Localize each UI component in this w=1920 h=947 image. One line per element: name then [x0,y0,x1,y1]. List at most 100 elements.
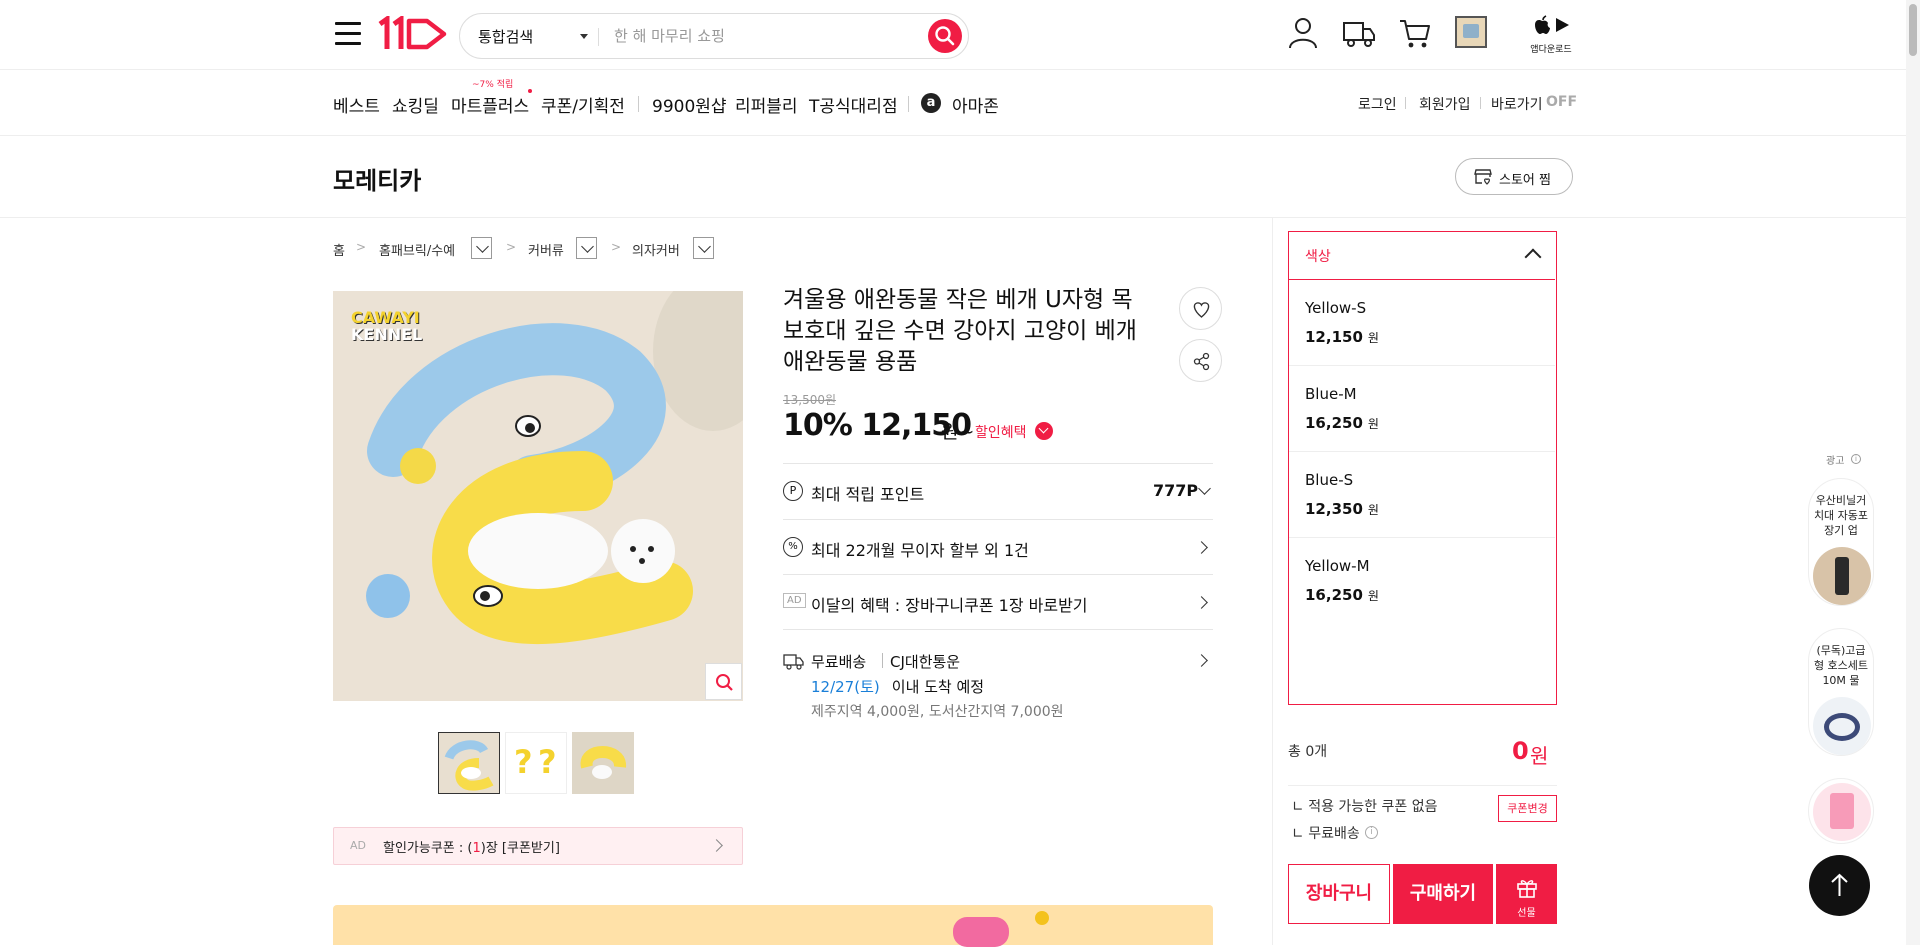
installment-row[interactable]: % 최대 22개월 무이자 할부 외 1건 [783,537,1213,561]
shortcut-link[interactable]: 바로가기 [1491,94,1543,114]
shortcut-toggle[interactable]: OFF [1546,94,1577,110]
breadcrumb-home[interactable]: 홈 [333,240,345,259]
svg-text:?: ? [538,743,557,781]
divider [783,463,1213,464]
coin-image [1035,911,1049,925]
carrier-name: CJ대한통운 [890,653,961,671]
option-name: Blue-S [1305,471,1354,489]
option-header[interactable]: 색상 [1289,232,1555,280]
buy-now-button[interactable]: 구매하기 [1393,864,1493,924]
installment-text: 최대 22개월 무이자 할부 외 1건 [811,541,1029,560]
nav-9900[interactable]: 9900원샵 [652,92,727,117]
nav-coupon[interactable]: 쿠폰/기획전 [541,92,625,117]
divider [1288,785,1557,786]
menu-icon[interactable] [335,22,361,46]
logo-line2: KENNEL [351,325,423,344]
app-download[interactable]: 앱다운로드 [1527,14,1575,55]
store-follow-button[interactable]: 스토어 찜 [1455,158,1573,195]
signup-link[interactable]: 회원가입 [1419,94,1471,114]
page-scrollbar[interactable] [1906,0,1920,945]
gift-button[interactable]: 선물 [1496,864,1557,924]
option-item[interactable]: Yellow-M 16,250 원 [1289,538,1555,624]
option-price-block: 12,150 원 [1305,328,1379,346]
side-ad-1-image [1813,547,1871,605]
total-price: 0 [1512,737,1529,765]
site-header: 통합검색 앱다운로드 [0,0,1920,70]
search-input[interactable] [614,24,904,48]
total-price-unit: 원 [1530,744,1549,768]
option-item[interactable]: Yellow-S 12,150 원 [1289,280,1555,366]
ad-label: 광고 [1826,456,1845,467]
logo-11st[interactable] [377,14,449,52]
side-ad-2-image [1813,697,1871,755]
nav-best[interactable]: 베스트 [333,92,380,117]
breadcrumb-dropdown-1[interactable] [471,237,492,259]
coupon-change-button[interactable]: 쿠폰변경 [1498,795,1557,822]
amazon-icon[interactable]: a [921,93,941,113]
add-to-cart-button[interactable]: 장바구니 [1288,864,1390,924]
info-icon[interactable]: i [1851,454,1861,464]
coupon-bar[interactable]: AD 할인가능쿠폰 : (1)장 [쿠폰받기] [333,827,743,865]
thumbnail-1[interactable] [438,732,500,794]
chevron-down-icon [1198,482,1211,495]
store-name[interactable]: 모레티카 [333,161,421,196]
product-main-image[interactable]: CAWAYI KENNEL [333,291,743,701]
app-download-label: 앱다운로드 [1530,45,1572,55]
monthly-benefit-row[interactable]: AD 이달의 혜택 : 장바구니쿠폰 1장 바로받기 [783,592,1213,616]
points-row[interactable]: P 최대 적립 포인트 777P [783,481,1213,505]
share-button[interactable] [1179,339,1222,382]
option-item[interactable]: Blue-M 16,250 원 [1289,366,1555,452]
side-ad-3-image [1813,783,1871,841]
divider [783,629,1213,630]
divider [598,28,599,46]
discount-benefit-link[interactable]: 할인혜택 [975,422,1027,442]
divider [1480,97,1481,109]
search-category-select[interactable]: 통합검색 [478,26,533,47]
delivery-truck-icon[interactable] [1341,15,1377,51]
free-shipping-text: ∟ 무료배송 [1292,826,1360,842]
chevron-right-icon: > [611,240,622,254]
divider [882,653,883,668]
login-link[interactable]: 로그인 [1358,94,1397,114]
side-ad-2[interactable]: (무독)고급형 호스세트 10M 물 [1808,628,1874,756]
thumbnail-2[interactable]: ?? [505,732,567,794]
search-button[interactable] [928,19,962,53]
cart-icon[interactable] [1397,15,1433,51]
breadcrumb-cat3[interactable]: 의자커버 [632,240,680,259]
promo-banner[interactable] [333,905,1213,947]
side-ad-1[interactable]: 우산비닐거치대 자동포장기 업 [1808,478,1874,606]
nav-mart-plus[interactable]: 마트플러스 [451,92,529,117]
category-nav: 베스트 쇼킹딜 마트플러스 ~7% 적립 쿠폰/기획전 9900원샵 리퍼블리 … [0,70,1920,136]
chevron-right-icon [1195,654,1208,667]
chevron-down-circle-icon[interactable] [1035,422,1053,440]
side-ad-2-text: (무독)고급형 호스세트 10M 물 [1813,644,1869,687]
breadcrumb-dropdown-3[interactable] [693,237,714,259]
arrival-suffix: 이내 도착 예정 [887,678,985,696]
option-item[interactable]: Blue-S 12,350 원 [1289,452,1555,538]
recent-view-thumbnail[interactable] [1455,16,1487,48]
discount-benefit-label: 할인혜택 [975,425,1027,441]
side-ad-3[interactable] [1808,778,1874,844]
nav-t-store[interactable]: T공식대리점 [809,92,898,117]
no-coupon-text: ∟ 적용 가능한 쿠폰 없음 [1292,799,1438,815]
option-price-block: 16,250 원 [1305,586,1379,604]
divider [908,96,909,112]
nav-amazon[interactable]: 아마존 [952,92,999,117]
info-icon[interactable]: i [1365,826,1378,839]
user-icon[interactable] [1285,15,1321,51]
breadcrumb-cat1[interactable]: 홈패브릭/수예 [379,240,455,259]
thumbnail-3[interactable] [572,732,634,794]
option-price-unit: 원 [1367,503,1379,517]
zoom-button[interactable] [705,663,742,700]
scroll-to-top-button[interactable] [1809,855,1870,916]
shipping-row[interactable]: 무료배송 CJ대한통운 12/27(토) 이내 도착 예정 제주지역 4,000… [783,651,1213,723]
nav-refurb[interactable]: 리퍼블리 [735,92,798,117]
chevron-down-icon[interactable] [580,34,588,39]
total-count: 총 0개 [1288,744,1328,760]
breadcrumb-cat2[interactable]: 커버류 [528,240,564,259]
wishlist-button[interactable] [1179,287,1222,330]
nav-shocking-deal[interactable]: 쇼킹딜 [392,92,439,117]
scrollbar-thumb[interactable] [1909,4,1917,56]
product-image [1830,793,1854,829]
breadcrumb-dropdown-2[interactable] [576,237,597,259]
